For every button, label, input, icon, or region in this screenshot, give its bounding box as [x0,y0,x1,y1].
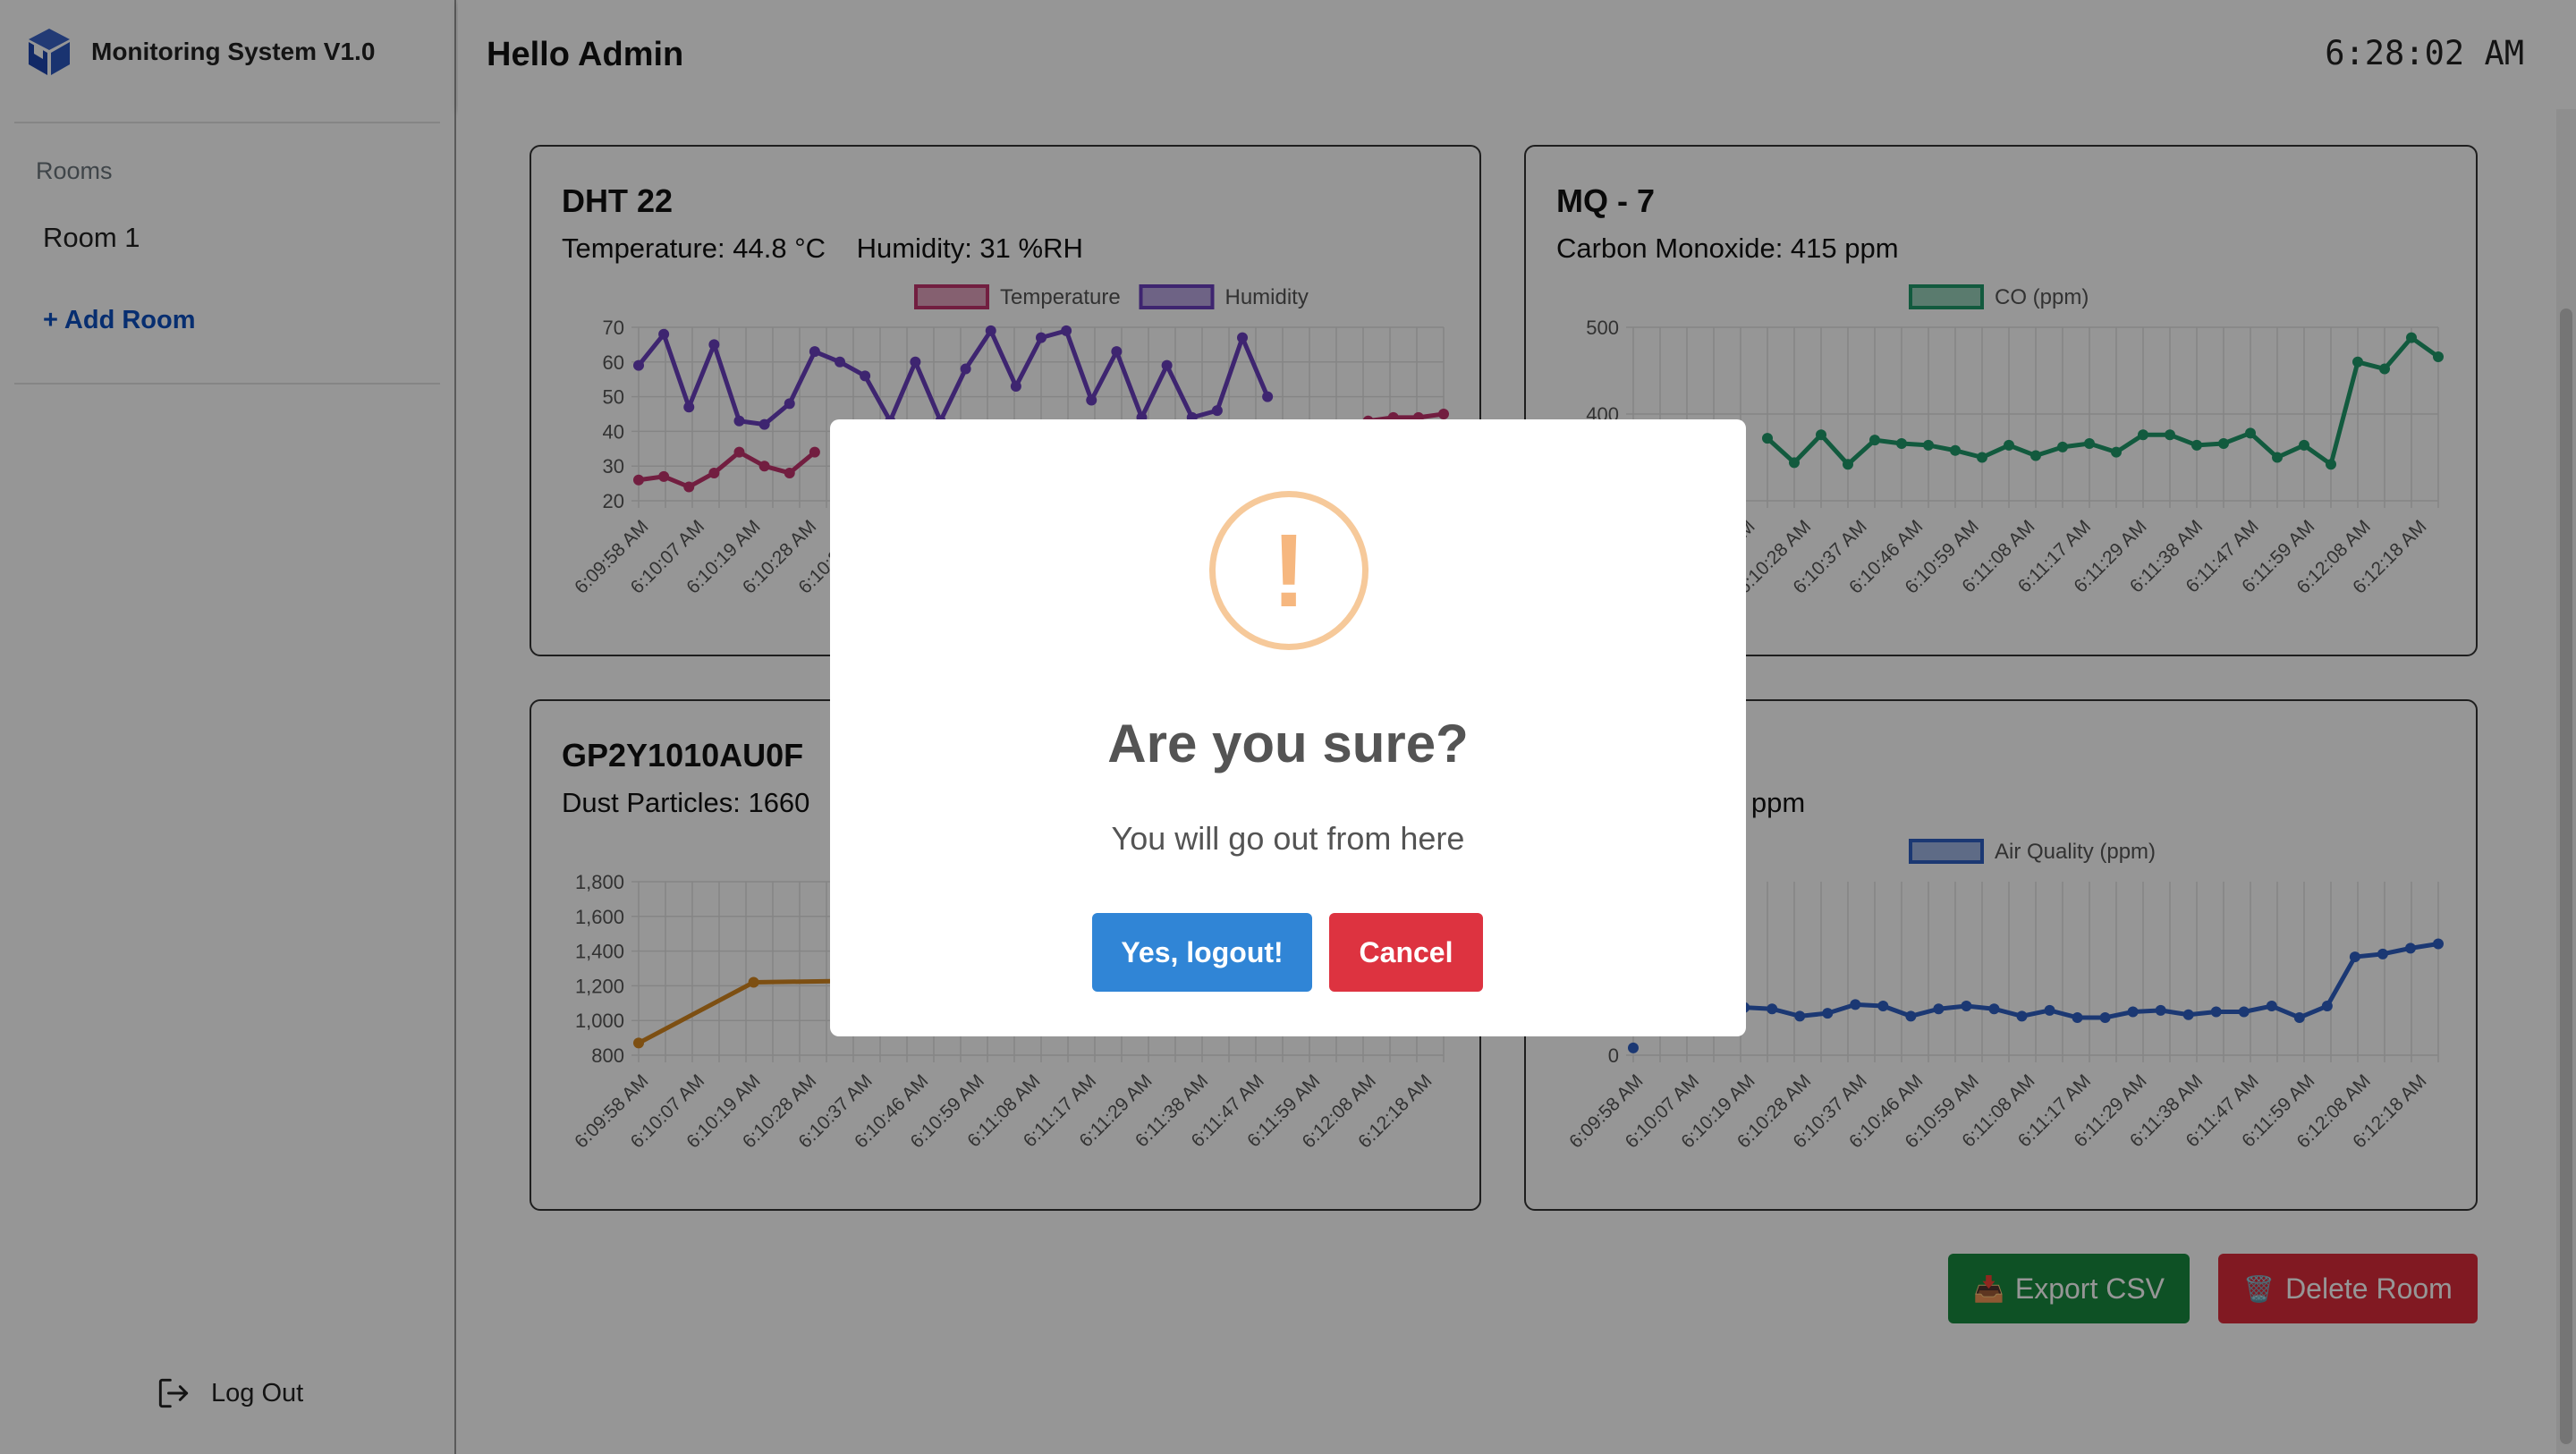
dialog-text: You will go out from here [1111,820,1465,857]
dialog-title: Are you sure? [1107,714,1469,773]
logout-confirm-dialog: ! Are you sure? You will go out from her… [830,419,1746,1036]
exclamation-mark: ! [1271,512,1307,629]
cancel-button[interactable]: Cancel [1329,913,1483,992]
warning-icon: ! [1209,491,1368,650]
confirm-logout-button[interactable]: Yes, logout! [1092,913,1312,992]
